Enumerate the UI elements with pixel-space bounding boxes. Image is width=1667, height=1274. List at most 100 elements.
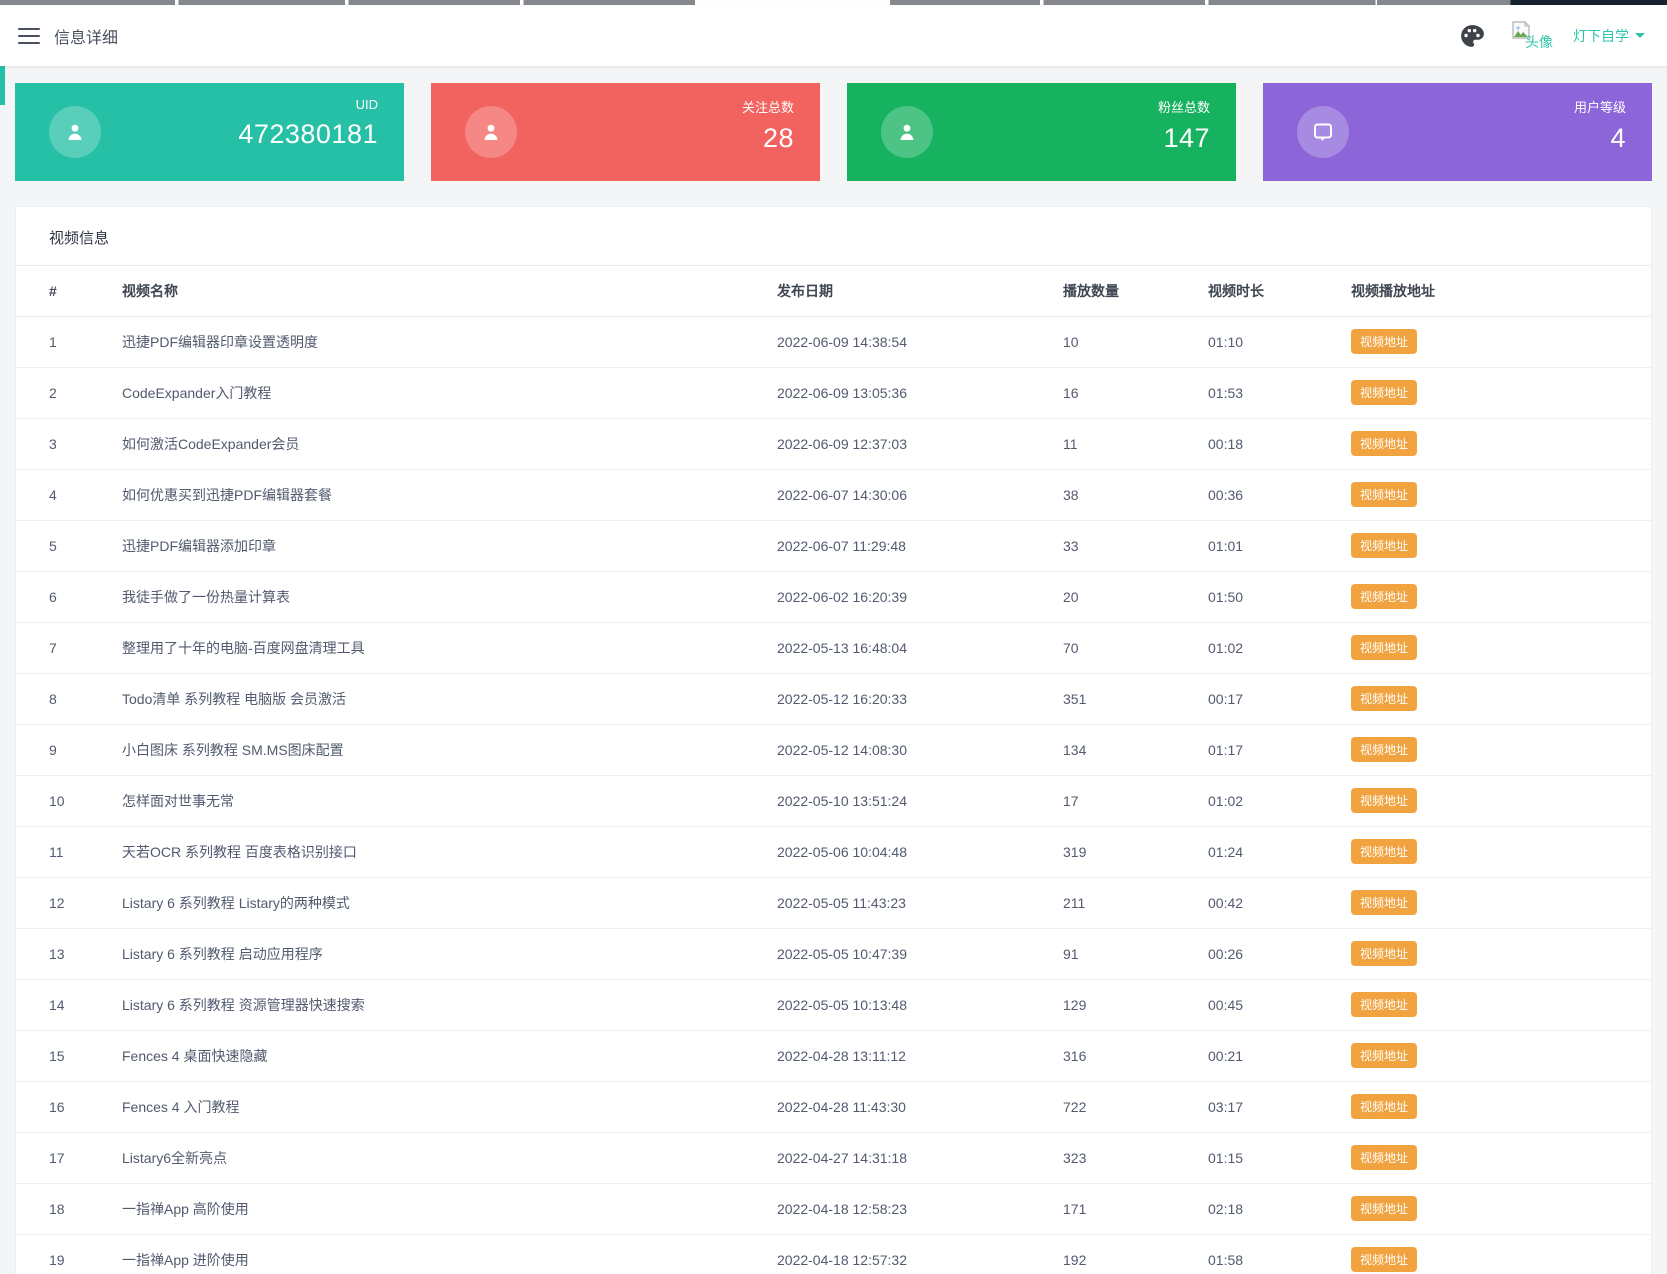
row-index: 2 [16, 368, 114, 419]
video-duration: 01:15 [1200, 1133, 1343, 1184]
play-count: 351 [1055, 674, 1200, 725]
video-duration: 00:36 [1200, 470, 1343, 521]
video-url-button[interactable]: 视频地址 [1351, 635, 1417, 660]
play-count: 10 [1055, 317, 1200, 368]
play-count: 319 [1055, 827, 1200, 878]
video-name: Listary 6 系列教程 资源管理器快速搜索 [114, 980, 769, 1031]
table-row: 12Listary 6 系列教程 Listary的两种模式2022-05-05 … [16, 878, 1651, 929]
play-count: 20 [1055, 572, 1200, 623]
video-duration: 00:45 [1200, 980, 1343, 1031]
top-header: 信息详细 头像 灯下自学 [0, 5, 1667, 66]
video-url-button[interactable]: 视频地址 [1351, 788, 1417, 813]
table-row: 1迅捷PDF编辑器印章设置透明度2022-06-09 14:38:541001:… [16, 317, 1651, 368]
table-row: 14Listary 6 系列教程 资源管理器快速搜索2022-05-05 10:… [16, 980, 1651, 1031]
video-url-button[interactable]: 视频地址 [1351, 992, 1417, 1017]
row-index: 19 [16, 1235, 114, 1274]
video-url-button[interactable]: 视频地址 [1351, 686, 1417, 711]
video-url-button[interactable]: 视频地址 [1351, 1043, 1417, 1068]
video-duration: 00:18 [1200, 419, 1343, 470]
video-url-button[interactable]: 视频地址 [1351, 329, 1417, 354]
video-url-button[interactable]: 视频地址 [1351, 584, 1417, 609]
play-count: 11 [1055, 419, 1200, 470]
user-menu[interactable]: 灯下自学 [1573, 26, 1645, 46]
video-duration: 00:42 [1200, 878, 1343, 929]
avatar-alt-text: 头像 [1525, 32, 1553, 52]
table-row: 19一指禅App 进阶使用2022-04-18 12:57:3219201:58… [16, 1235, 1651, 1274]
publish-date: 2022-05-13 16:48:04 [769, 623, 1055, 674]
column-header: 发布日期 [769, 266, 1055, 317]
user-icon [479, 120, 503, 144]
table-row: 5迅捷PDF编辑器添加印章2022-06-07 11:29:483301:01视… [16, 521, 1651, 572]
table-row: 9小白图床 系列教程 SM.MS图床配置2022-05-12 14:08:301… [16, 725, 1651, 776]
row-index: 3 [16, 419, 114, 470]
publish-date: 2022-05-12 14:08:30 [769, 725, 1055, 776]
video-name: 天若OCR 系列教程 百度表格识别接口 [114, 827, 769, 878]
video-name: CodeExpander入门教程 [114, 368, 769, 419]
row-index: 8 [16, 674, 114, 725]
video-url-button[interactable]: 视频地址 [1351, 941, 1417, 966]
play-count: 33 [1055, 521, 1200, 572]
table-row: 2CodeExpander入门教程2022-06-09 13:05:361601… [16, 368, 1651, 419]
video-name: 小白图床 系列教程 SM.MS图床配置 [114, 725, 769, 776]
stat-icon-circle [465, 106, 517, 158]
publish-date: 2022-04-18 12:57:32 [769, 1235, 1055, 1274]
publish-date: 2022-05-10 13:51:24 [769, 776, 1055, 827]
row-index: 12 [16, 878, 114, 929]
video-name: 怎样面对世事无常 [114, 776, 769, 827]
panel-title: 视频信息 [16, 207, 1651, 266]
table-row: 7整理用了十年的电脑-百度网盘清理工具2022-05-13 16:48:0470… [16, 623, 1651, 674]
column-header: 播放数量 [1055, 266, 1200, 317]
user-icon [63, 120, 87, 144]
play-count: 134 [1055, 725, 1200, 776]
menu-toggle-icon[interactable] [18, 28, 40, 44]
video-url-button[interactable]: 视频地址 [1351, 737, 1417, 762]
publish-date: 2022-06-09 14:38:54 [769, 317, 1055, 368]
video-url-button[interactable]: 视频地址 [1351, 482, 1417, 507]
video-url-button[interactable]: 视频地址 [1351, 533, 1417, 558]
publish-date: 2022-04-28 13:11:12 [769, 1031, 1055, 1082]
stat-label: 粉丝总数 [1158, 97, 1210, 116]
video-url-button[interactable]: 视频地址 [1351, 839, 1417, 864]
table-row: 11天若OCR 系列教程 百度表格识别接口2022-05-06 10:04:48… [16, 827, 1651, 878]
row-index: 9 [16, 725, 114, 776]
row-index: 4 [16, 470, 114, 521]
stat-card-粉丝总数: 粉丝总数147 [847, 83, 1236, 181]
play-count: 316 [1055, 1031, 1200, 1082]
stat-value: 472380181 [238, 119, 378, 150]
stat-card-关注总数: 关注总数28 [431, 83, 820, 181]
video-name: Fences 4 入门教程 [114, 1082, 769, 1133]
video-url-button[interactable]: 视频地址 [1351, 1247, 1417, 1272]
stat-label: 用户等级 [1574, 97, 1626, 116]
play-count: 38 [1055, 470, 1200, 521]
theme-palette-icon[interactable] [1459, 23, 1485, 49]
table-row: 4如何优惠买到迅捷PDF编辑器套餐2022-06-07 14:30:063800… [16, 470, 1651, 521]
video-url-button[interactable]: 视频地址 [1351, 1145, 1417, 1170]
video-table-body: 1迅捷PDF编辑器印章设置透明度2022-06-09 14:38:541001:… [16, 317, 1651, 1274]
video-duration: 01:02 [1200, 623, 1343, 674]
video-url-button[interactable]: 视频地址 [1351, 431, 1417, 456]
row-index: 10 [16, 776, 114, 827]
avatar[interactable]: 头像 [1511, 20, 1559, 40]
video-duration: 00:26 [1200, 929, 1343, 980]
video-name: 如何优惠买到迅捷PDF编辑器套餐 [114, 470, 769, 521]
table-row: 6我徒手做了一份热量计算表2022-06-02 16:20:392001:50视… [16, 572, 1651, 623]
row-index: 5 [16, 521, 114, 572]
video-url-button[interactable]: 视频地址 [1351, 1094, 1417, 1119]
row-index: 15 [16, 1031, 114, 1082]
video-url-button[interactable]: 视频地址 [1351, 1196, 1417, 1221]
user-icon [895, 120, 919, 144]
video-url-button[interactable]: 视频地址 [1351, 890, 1417, 915]
play-count: 16 [1055, 368, 1200, 419]
row-index: 17 [16, 1133, 114, 1184]
row-index: 16 [16, 1082, 114, 1133]
publish-date: 2022-06-09 13:05:36 [769, 368, 1055, 419]
username: 灯下自学 [1573, 26, 1629, 46]
publish-date: 2022-06-02 16:20:39 [769, 572, 1055, 623]
row-index: 14 [16, 980, 114, 1031]
video-url-button[interactable]: 视频地址 [1351, 380, 1417, 405]
play-count: 722 [1055, 1082, 1200, 1133]
video-duration: 01:10 [1200, 317, 1343, 368]
video-name: 我徒手做了一份热量计算表 [114, 572, 769, 623]
publish-date: 2022-05-05 10:13:48 [769, 980, 1055, 1031]
play-count: 211 [1055, 878, 1200, 929]
